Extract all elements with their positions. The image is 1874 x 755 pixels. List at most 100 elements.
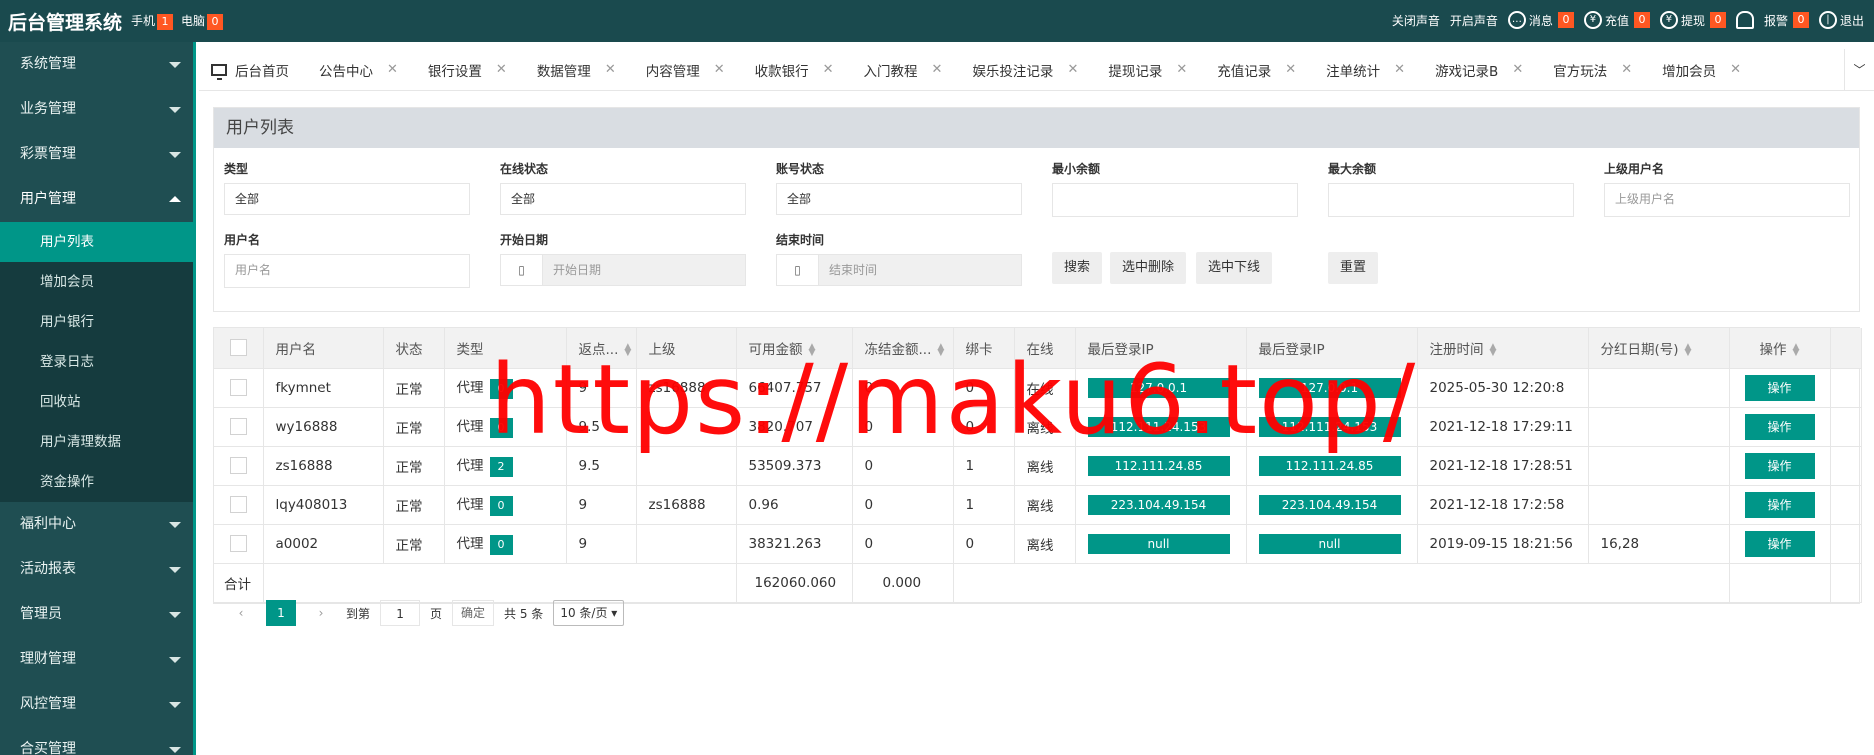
tab-official-play[interactable]: 官方玩法 ✕ bbox=[1541, 49, 1650, 90]
account-select[interactable]: 全部 bbox=[776, 183, 1022, 215]
col-frozen[interactable]: 冻结金额... ▲ ▼ bbox=[852, 328, 954, 369]
delete-selected-button[interactable]: 选中删除 bbox=[1110, 252, 1187, 284]
cell-spacer bbox=[1830, 524, 1862, 564]
tab-tutorial[interactable]: 入门教程 ✕ bbox=[852, 49, 961, 90]
type-select[interactable]: 全部 bbox=[224, 183, 470, 215]
next-page-button[interactable]: › bbox=[306, 600, 336, 626]
sort-icon[interactable]: ▲ ▼ bbox=[1793, 342, 1800, 357]
sidebar-item-welfare[interactable]: 福利中心 bbox=[0, 502, 193, 547]
reset-button[interactable]: 重置 bbox=[1328, 252, 1379, 284]
max-balance-input[interactable] bbox=[1328, 183, 1574, 217]
tab-data[interactable]: 数据管理 ✕ bbox=[525, 49, 634, 90]
close-icon[interactable]: ✕ bbox=[932, 62, 943, 77]
operate-button[interactable]: 操作 bbox=[1744, 491, 1815, 518]
close-icon[interactable]: ✕ bbox=[605, 62, 616, 77]
recharge-button[interactable]: ¥ 充值 0 bbox=[1583, 11, 1650, 29]
sidebar-subitem-recycle[interactable]: 回收站 bbox=[0, 382, 193, 422]
operate-button[interactable]: 操作 bbox=[1744, 452, 1815, 479]
tab-content[interactable]: 内容管理 ✕ bbox=[634, 49, 743, 90]
close-icon[interactable]: ✕ bbox=[1512, 62, 1523, 77]
col-reg-time-label: 注册时间 bbox=[1429, 341, 1484, 358]
sidebar-subitem-funds[interactable]: 资金操作 bbox=[0, 462, 193, 502]
select-all-checkbox[interactable] bbox=[229, 339, 247, 357]
tab-recharge-records[interactable]: 充值记录 ✕ bbox=[1205, 49, 1314, 90]
sound-off-button[interactable]: 关闭声音 bbox=[1392, 12, 1440, 29]
messages-button[interactable]: … 消息 0 bbox=[1507, 11, 1574, 29]
type-filter: 类型 全部 bbox=[224, 160, 470, 215]
search-button[interactable]: 搜索 bbox=[1052, 252, 1103, 284]
offline-selected-button[interactable]: 选中下线 bbox=[1196, 252, 1273, 284]
sound-on-button[interactable]: 开启声音 bbox=[1450, 12, 1498, 29]
sidebar-item-activity[interactable]: 活动报表 bbox=[0, 547, 193, 592]
sidebar-subitem-user-list[interactable]: 用户列表 bbox=[0, 222, 193, 262]
row-checkbox[interactable] bbox=[229, 457, 247, 474]
operate-button[interactable]: 操作 bbox=[1744, 413, 1815, 440]
goto-page-input[interactable]: 1 bbox=[380, 600, 421, 626]
close-icon[interactable]: ✕ bbox=[387, 62, 398, 77]
row-checkbox[interactable] bbox=[229, 496, 247, 513]
close-icon[interactable]: ✕ bbox=[1067, 62, 1078, 77]
sidebar-item-risk[interactable]: 风控管理 bbox=[0, 682, 193, 727]
row-checkbox[interactable] bbox=[229, 418, 247, 435]
sidebar-subitem-user-bank[interactable]: 用户银行 bbox=[0, 302, 193, 342]
page-current[interactable]: 1 bbox=[266, 600, 296, 626]
operate-button[interactable]: 操作 bbox=[1744, 530, 1815, 557]
sidebar-subitem-add-member[interactable]: 增加会员 bbox=[0, 262, 193, 302]
tab-withdraw-records[interactable]: 提现记录 ✕ bbox=[1096, 49, 1205, 90]
close-icon[interactable]: ✕ bbox=[1176, 62, 1187, 77]
close-icon[interactable]: ✕ bbox=[1285, 62, 1296, 77]
close-icon[interactable]: ✕ bbox=[823, 62, 834, 77]
sort-icon[interactable]: ▲ ▼ bbox=[937, 342, 944, 357]
tab-receive-bank[interactable]: 收款银行 ✕ bbox=[743, 49, 852, 90]
sort-icon[interactable]: ▲ ▼ bbox=[624, 342, 631, 357]
col-action[interactable]: 操作 ▲ ▼ bbox=[1729, 328, 1831, 369]
online-select[interactable]: 全部 bbox=[500, 183, 746, 215]
sidebar-item-admins[interactable]: 管理员 bbox=[0, 592, 193, 637]
close-icon[interactable]: ✕ bbox=[496, 62, 507, 77]
tab-order-stats[interactable]: 注单统计 ✕ bbox=[1314, 49, 1423, 90]
alarm-button[interactable]: 报警 0 bbox=[1764, 12, 1809, 29]
sidebar-item-finance[interactable]: 理财管理 bbox=[0, 637, 193, 682]
min-balance-input[interactable] bbox=[1052, 183, 1298, 217]
parent-input[interactable]: 上级用户名 bbox=[1604, 183, 1850, 217]
notification-button[interactable] bbox=[1735, 11, 1754, 29]
tab-notice[interactable]: 公告中心 ✕ bbox=[307, 49, 416, 90]
col-rebate[interactable]: 返点... ▲ ▼ bbox=[566, 328, 637, 369]
col-dividend[interactable]: 分红日期(号) ▲ ▼ bbox=[1588, 328, 1730, 369]
sidebar-subitem-login-log[interactable]: 登录日志 bbox=[0, 342, 193, 382]
tab-add-member[interactable]: 增加会员 ✕ bbox=[1650, 49, 1759, 90]
start-date-input[interactable]: ▯ 开始日期 bbox=[500, 254, 746, 286]
close-icon[interactable]: ✕ bbox=[1621, 62, 1632, 77]
sort-icon[interactable]: ▲ ▼ bbox=[1685, 342, 1692, 357]
sort-icon[interactable]: ▲ ▼ bbox=[809, 342, 816, 357]
phone-counter[interactable]: 手机 1 bbox=[131, 12, 174, 30]
sidebar-item-group-buy[interactable]: 合买管理 bbox=[0, 727, 193, 755]
username-input[interactable]: 用户名 bbox=[224, 254, 470, 288]
sort-icon[interactable]: ▲ ▼ bbox=[1490, 342, 1497, 357]
tab-game-records[interactable]: 游戏记录B ✕ bbox=[1423, 49, 1541, 90]
row-checkbox[interactable] bbox=[229, 379, 247, 396]
operate-button[interactable]: 操作 bbox=[1744, 374, 1815, 401]
page-size-select[interactable]: 10 条/页 ▾ bbox=[553, 600, 625, 626]
pc-counter[interactable]: 电脑 0 bbox=[181, 12, 224, 30]
goto-confirm-button[interactable]: 确定 bbox=[452, 600, 495, 626]
end-date-input[interactable]: ▯ 结束时间 bbox=[776, 254, 1022, 286]
sidebar-item-users[interactable]: 用户管理 bbox=[0, 177, 193, 222]
row-checkbox[interactable] bbox=[229, 535, 247, 552]
withdraw-button[interactable]: ¥ 提现 0 bbox=[1659, 11, 1726, 29]
col-balance[interactable]: 可用金额 ▲ ▼ bbox=[736, 328, 853, 369]
prev-page-button[interactable]: ‹ bbox=[226, 600, 256, 626]
logout-button[interactable]: | 退出 bbox=[1818, 11, 1864, 29]
close-icon[interactable]: ✕ bbox=[1730, 62, 1741, 77]
tab-bet-records[interactable]: 娱乐投注记录 ✕ bbox=[960, 49, 1096, 90]
col-reg-time[interactable]: 注册时间 ▲ ▼ bbox=[1417, 328, 1589, 369]
sidebar-item-lottery[interactable]: 彩票管理 bbox=[0, 132, 193, 177]
close-icon[interactable]: ✕ bbox=[1394, 62, 1405, 77]
sidebar-subitem-cleanup[interactable]: 用户清理数据 bbox=[0, 422, 193, 462]
sidebar-item-business[interactable]: 业务管理 bbox=[0, 87, 193, 132]
tabs-more-dropdown[interactable]: ﹀ bbox=[1844, 49, 1874, 90]
close-icon[interactable]: ✕ bbox=[714, 62, 725, 77]
sidebar-item-system[interactable]: 系统管理 bbox=[0, 42, 193, 87]
tab-home[interactable]: 后台首页 bbox=[199, 49, 307, 90]
tab-bank-settings[interactable]: 银行设置 ✕ bbox=[416, 49, 525, 90]
